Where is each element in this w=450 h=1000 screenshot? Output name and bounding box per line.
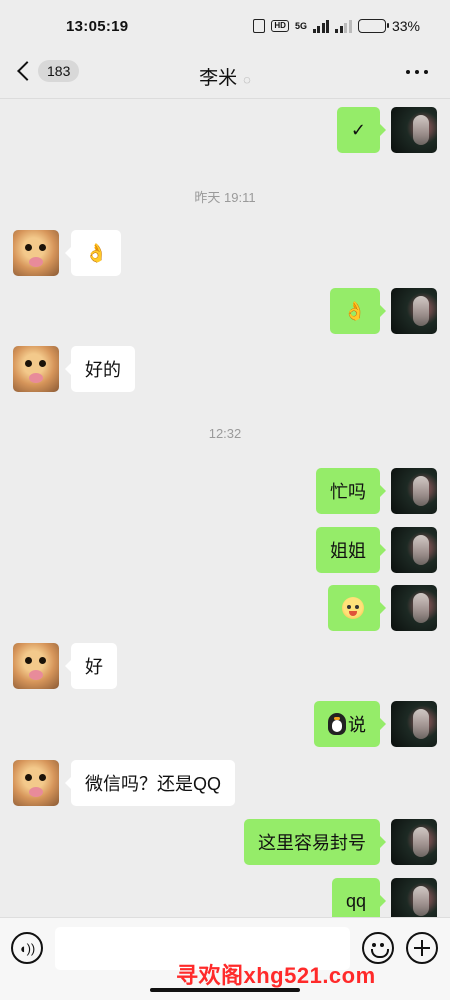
- chat-header: 183 李米 ◌: [0, 52, 450, 98]
- plus-button[interactable]: [406, 932, 438, 964]
- message-bubble[interactable]: 说: [314, 701, 386, 747]
- status-icons: HD 5G 33%: [253, 18, 420, 34]
- message-bubble[interactable]: 好: [65, 643, 117, 689]
- message-bubble[interactable]: 姐姐: [316, 527, 386, 573]
- signal-icon: [312, 19, 330, 33]
- message-bubble[interactable]: 👌: [64, 230, 122, 276]
- message-bubble[interactable]: [328, 585, 386, 631]
- network-type: 5G: [294, 21, 307, 31]
- my-avatar[interactable]: [391, 527, 437, 573]
- my-avatar[interactable]: [391, 107, 437, 153]
- message-in: 好: [0, 643, 450, 689]
- message-bubble[interactable]: ✓: [336, 107, 387, 153]
- vibrate-icon: [253, 19, 266, 33]
- message-in: 👌: [0, 230, 450, 276]
- message-out: 说: [0, 701, 450, 747]
- message-bubble[interactable]: 忙吗: [316, 468, 386, 514]
- message-out: 👌: [0, 288, 450, 334]
- message-bubble[interactable]: 微信吗？还是QQ: [64, 760, 236, 806]
- my-avatar[interactable]: [391, 288, 437, 334]
- penguin-icon: [328, 713, 346, 735]
- message-bubble[interactable]: 👌: [329, 288, 387, 334]
- message-list[interactable]: ✓ 昨天 19:11 👌 👌 好的 12:32 忙吗 姐姐 好 说 微信吗？还是…: [0, 99, 450, 917]
- message-in: 微信吗？还是QQ: [0, 760, 450, 806]
- contact-avatar[interactable]: [13, 760, 59, 806]
- chat-title-wrap: 李米 ◌: [0, 63, 450, 90]
- message-bubble[interactable]: 这里容易封号: [244, 819, 386, 865]
- message-bubble[interactable]: 好的: [65, 346, 135, 392]
- more-button[interactable]: [406, 70, 428, 74]
- my-avatar[interactable]: [391, 585, 437, 631]
- my-avatar[interactable]: [391, 468, 437, 514]
- status-bar: 13:05:19 HD 5G 33%: [0, 0, 450, 52]
- message-out: 忙吗: [0, 468, 450, 514]
- timestamp: 昨天 19:11: [194, 190, 256, 205]
- voice-button[interactable]: ◖)): [11, 932, 43, 964]
- contact-avatar[interactable]: [13, 346, 59, 392]
- message-out: [0, 585, 450, 631]
- message-out: 姐姐: [0, 527, 450, 573]
- battery-icon: [357, 19, 389, 33]
- battery-percent: 33%: [391, 18, 420, 34]
- message-in: 好的: [0, 346, 450, 392]
- message-out: qq: [0, 878, 450, 917]
- my-avatar[interactable]: [391, 819, 437, 865]
- contact-avatar[interactable]: [13, 230, 59, 276]
- hd-badge: HD: [271, 20, 289, 32]
- watermark: 寻欢阁xhg521.com: [176, 963, 376, 988]
- my-avatar[interactable]: [391, 701, 437, 747]
- message-out: ✓: [0, 107, 450, 153]
- earpiece-icon: ◌: [243, 72, 251, 87]
- blushing-face-icon: [342, 597, 364, 619]
- contact-avatar[interactable]: [13, 643, 59, 689]
- status-time: 13:05:19: [66, 17, 129, 35]
- voice-icon: ◖)): [18, 940, 36, 956]
- my-avatar[interactable]: [391, 878, 437, 917]
- chat-title: 李米: [199, 68, 238, 89]
- message-out: 这里容易封号: [0, 819, 450, 865]
- message-text: 说: [348, 715, 366, 735]
- signal-weak-icon: [335, 19, 352, 33]
- timestamp: 12:32: [208, 426, 242, 441]
- message-bubble[interactable]: qq: [331, 878, 387, 917]
- home-indicator[interactable]: [150, 988, 300, 992]
